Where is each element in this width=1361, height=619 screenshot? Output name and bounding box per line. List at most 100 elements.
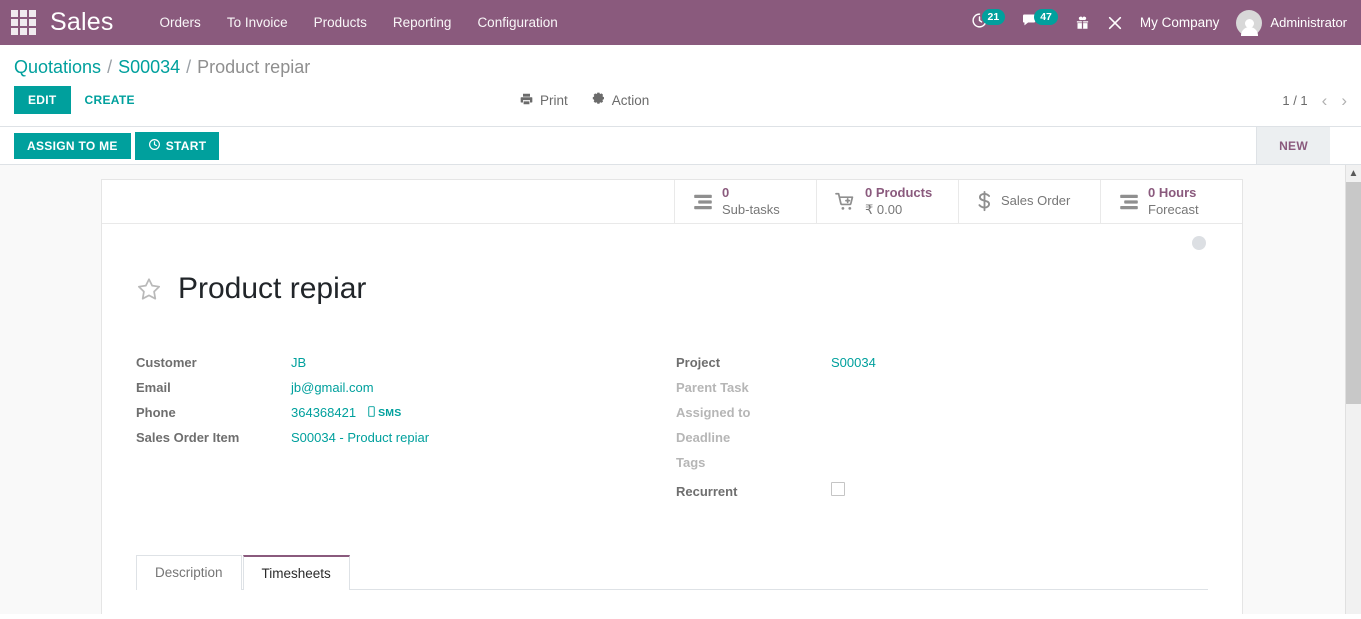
list-lines-icon (1119, 194, 1139, 210)
field-assigned-to-label: Assigned to (676, 405, 751, 421)
smart-button-products[interactable]: 0 Products ₹ 0.00 (816, 180, 958, 223)
content-area: 0 Sub-tasks 0 Products ₹ 0.00 Sales Orde… (0, 165, 1361, 614)
breadcrumb-separator-2: / (186, 57, 192, 77)
smart-button-sales-order-label: Sales Order (1001, 193, 1071, 209)
field-email-value[interactable]: jb@gmail.com (291, 380, 374, 395)
field-customer-value[interactable]: JB (291, 355, 306, 370)
company-switcher[interactable]: My Company (1140, 15, 1220, 30)
control-panel-buttons: EDIT CREATE Print Action 1 / 1 ‹ › (14, 82, 1347, 126)
activities-menu[interactable]: 21 (971, 8, 1006, 33)
field-deadline-label: Deadline (676, 430, 731, 446)
menu-item-configuration[interactable]: Configuration (477, 15, 557, 30)
smart-button-hours-label: Forecast (1148, 201, 1199, 217)
avatar (1236, 9, 1263, 36)
menu-item-orders[interactable]: Orders (160, 15, 201, 30)
record-sheet: 0 Sub-tasks 0 Products ₹ 0.00 Sales Orde… (101, 179, 1243, 614)
breadcrumb-separator: / (107, 57, 113, 77)
form-column-right: Project S00034 Parent Task Assigned to D… (672, 355, 1208, 507)
kanban-state-dot[interactable] (1192, 236, 1206, 250)
clock-icon (148, 138, 161, 154)
assign-to-me-button[interactable]: ASSIGN TO ME (14, 132, 131, 159)
smart-button-hours-value: 0 Hours (1148, 185, 1197, 201)
smart-button-subtasks-label: Sub-tasks (722, 201, 780, 217)
field-phone: Phone 364368421 SMS (136, 405, 672, 430)
breadcrumb-order[interactable]: S00034 (118, 57, 180, 78)
systray: 21 47 My Company Administrator (971, 8, 1347, 36)
title-row: Product repiar (102, 224, 1242, 325)
edit-button[interactable]: EDIT (14, 86, 71, 114)
list-lines-icon (693, 194, 713, 210)
smart-button-products-amount: ₹ 0.00 (865, 201, 903, 217)
notebook: Description Timesheets Initially Planned… (102, 555, 1242, 614)
start-label: START (165, 138, 207, 153)
print-label: Print (540, 92, 568, 108)
breadcrumb: Quotations / S00034 / Product repiar (14, 45, 1347, 82)
field-customer: Customer JB (136, 355, 672, 380)
mobile-phone-icon (368, 406, 375, 420)
timesheets-pane: Initially Planned Hours 01:00 Progress 0… (136, 590, 1208, 614)
field-project: Project S00034 (676, 355, 1208, 380)
send-sms-button[interactable]: SMS (368, 406, 401, 420)
gift-icon[interactable] (1075, 14, 1090, 31)
field-email: Email jb@gmail.com (136, 380, 672, 405)
field-phone-value[interactable]: 364368421 (291, 405, 356, 420)
star-outline-icon[interactable] (136, 276, 162, 302)
breadcrumb-current: Product repiar (197, 57, 311, 77)
form-column-left: Customer JB Email jb@gmail.com Phone 364… (136, 355, 672, 507)
smart-button-hours-forecast[interactable]: 0 Hours Forecast (1100, 180, 1242, 223)
tab-spacer (350, 555, 1208, 591)
smart-button-subtasks-value: 0 (722, 185, 730, 201)
notebook-tabs: Description Timesheets (136, 555, 1208, 591)
cart-plus-icon (835, 192, 856, 211)
vertical-scrollbar[interactable]: ▲ ▼ (1345, 165, 1361, 614)
menu-item-to-invoice[interactable]: To Invoice (227, 15, 288, 30)
field-project-value[interactable]: S00034 (831, 355, 876, 370)
recurrent-checkbox[interactable] (831, 482, 845, 497)
messaging-menu[interactable]: 47 (1022, 8, 1058, 33)
smart-button-subtasks[interactable]: 0 Sub-tasks (674, 180, 816, 223)
form-fields: Customer JB Email jb@gmail.com Phone 364… (102, 325, 1242, 507)
field-recurrent: Recurrent (676, 482, 1208, 507)
pager: 1 / 1 ‹ › (1282, 92, 1347, 109)
field-tags-label: Tags (676, 455, 706, 471)
create-button[interactable]: CREATE (71, 86, 149, 114)
menu-item-products[interactable]: Products (314, 15, 367, 30)
field-sales-order-item-value[interactable]: S00034 - Product repiar (291, 430, 429, 445)
field-customer-label: Customer (136, 355, 197, 371)
chevron-left-icon[interactable]: ‹ (1322, 92, 1328, 109)
field-parent-task: Parent Task (676, 380, 1208, 405)
tab-description[interactable]: Description (136, 555, 242, 591)
page-title: Product repiar (178, 272, 367, 306)
chevron-right-icon[interactable]: › (1341, 92, 1347, 109)
menu-item-reporting[interactable]: Reporting (393, 15, 452, 30)
apps-grid-icon[interactable] (8, 8, 38, 38)
scroll-up-arrow-icon[interactable]: ▲ (1346, 165, 1361, 182)
start-button[interactable]: START (134, 131, 220, 160)
field-recurrent-label: Recurrent (676, 484, 738, 500)
gear-icon (592, 92, 606, 109)
user-name-label: Administrator (1270, 15, 1347, 30)
user-menu[interactable]: Administrator (1236, 9, 1347, 36)
field-sales-order-item: Sales Order Item S00034 - Product repiar (136, 430, 672, 455)
control-panel: Quotations / S00034 / Product repiar EDI… (0, 45, 1361, 127)
wrench-screwdriver-icon[interactable] (1107, 15, 1123, 31)
stage-new[interactable]: NEW (1256, 127, 1330, 164)
control-panel-actions: Print Action (519, 92, 649, 109)
main-menu: Orders To Invoice Products Reporting Con… (160, 15, 558, 30)
field-sales-order-item-label: Sales Order Item (136, 430, 240, 446)
top-navbar: Sales Orders To Invoice Products Reporti… (0, 0, 1361, 45)
scrollbar-thumb[interactable] (1346, 182, 1361, 404)
sms-label: SMS (378, 407, 402, 420)
tab-timesheets[interactable]: Timesheets (242, 555, 350, 591)
smart-button-sales-order[interactable]: Sales Order (958, 180, 1100, 223)
messages-count-badge: 47 (1034, 8, 1058, 25)
statusbar-row: ASSIGN TO ME START NEW (0, 127, 1361, 165)
breadcrumb-quotations[interactable]: Quotations (14, 57, 101, 78)
smart-button-products-value: 0 Products (865, 185, 933, 201)
field-email-label: Email (136, 380, 171, 396)
print-button[interactable]: Print (519, 92, 568, 109)
dollar-icon (977, 190, 992, 213)
action-button[interactable]: Action (592, 92, 649, 109)
field-parent-task-label: Parent Task (676, 380, 749, 396)
app-brand-title[interactable]: Sales (50, 8, 114, 37)
